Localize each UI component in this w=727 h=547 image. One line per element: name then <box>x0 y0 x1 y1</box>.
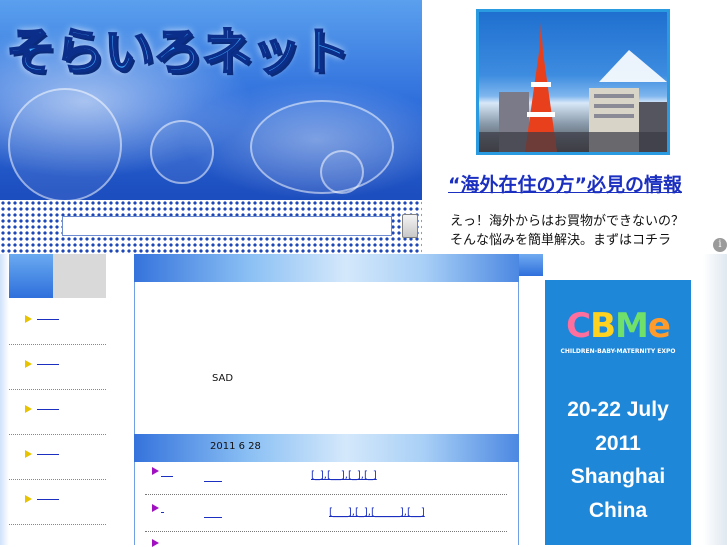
entry-header-bar <box>134 434 519 462</box>
entry-tags[interactable]: [___],[_],[_____],[__] <box>329 507 425 518</box>
bubble-decoration <box>150 120 214 184</box>
search-button[interactable] <box>402 214 418 238</box>
sidebar-link[interactable] <box>37 454 59 455</box>
cbme-logo-letter: C <box>566 306 591 346</box>
nav-arrow-icon <box>25 360 32 368</box>
main-content-frame <box>134 254 519 545</box>
cbme-tagline: CHILDREN-BABY-MATERNITY EXPO <box>560 348 676 355</box>
right-column-header <box>519 254 727 276</box>
ad-info-icon[interactable]: i <box>713 238 727 252</box>
entry-link[interactable] <box>161 476 173 477</box>
sidebar-item[interactable] <box>9 300 106 345</box>
entry-date: 2011 6 28 <box>210 441 261 452</box>
sidebar-link[interactable] <box>37 364 59 365</box>
entry-arrow-icon <box>152 467 159 475</box>
entry-title-link[interactable] <box>204 517 222 518</box>
entry-title-link[interactable] <box>204 481 222 482</box>
right-edge-strip <box>703 254 727 545</box>
entry-link[interactable] <box>161 512 164 513</box>
cbme-logo-letter: e <box>647 306 671 346</box>
nav-arrow-icon <box>25 450 32 458</box>
sidebar-link[interactable] <box>37 319 59 320</box>
entry-arrow-icon <box>152 504 159 512</box>
sidebar-item[interactable] <box>9 390 106 435</box>
bubble-decoration <box>320 150 364 194</box>
entry-divider <box>145 494 507 495</box>
cbme-year: 2011 <box>595 432 641 455</box>
search-input[interactable] <box>62 216 392 236</box>
cbme-logo-letter: B <box>590 306 616 346</box>
left-header-blue <box>9 254 53 298</box>
tokyo-tower-image <box>479 22 667 152</box>
entry-divider <box>145 531 507 532</box>
sidebar-item[interactable] <box>9 345 106 390</box>
nav-arrow-icon <box>25 405 32 413</box>
nav-arrow-icon <box>25 495 32 503</box>
ad-text-line1[interactable]: えっ！海外からはお買物ができないの？ <box>450 210 684 229</box>
entry-arrow-icon <box>152 539 159 547</box>
right-header-white <box>543 254 727 276</box>
main-header-bar <box>134 254 519 282</box>
cbme-country: China <box>588 499 648 522</box>
sidebar-item[interactable] <box>9 435 106 480</box>
site-title[interactable]: そらいろネット <box>5 12 351 84</box>
left-gutter <box>0 254 9 545</box>
cbme-logo[interactable]: CBMe <box>548 306 688 346</box>
entry-tags[interactable]: [_],[__],[_],[_] <box>311 470 377 481</box>
bubble-decoration <box>8 88 122 202</box>
right-header-blue <box>519 254 543 276</box>
sidebar-link[interactable] <box>37 409 59 410</box>
left-header-gray <box>53 254 106 298</box>
cbme-city: Shanghai <box>570 465 666 488</box>
ad-headline-link[interactable]: “海外在住の方”必見の情報 <box>448 170 682 197</box>
main-body-text: SAD <box>212 373 234 384</box>
ad-photo-tokyo-tower[interactable] <box>476 9 670 155</box>
sidebar-link[interactable] <box>37 499 59 500</box>
ad-text-line2[interactable]: そんな悩みを簡単解決。まずはコチラ <box>450 229 671 248</box>
cbme-dates: 20-22 July <box>567 398 669 421</box>
sidebar-item[interactable] <box>9 480 106 525</box>
left-column-header <box>9 254 106 298</box>
nav-arrow-icon <box>25 315 32 323</box>
cbme-logo-letter: M <box>614 306 649 346</box>
